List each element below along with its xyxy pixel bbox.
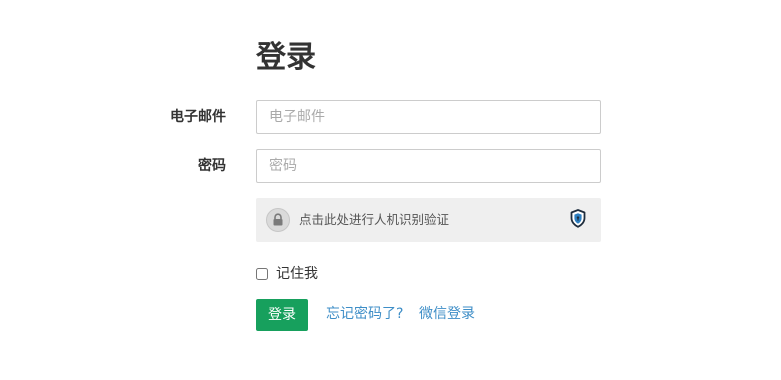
password-field[interactable] [256, 149, 601, 183]
email-label: 电子邮件 [170, 109, 226, 125]
remember-me-checkbox[interactable] [256, 268, 268, 280]
remember-me-label[interactable]: 记住我 [276, 264, 318, 284]
wechat-login-link[interactable]: 微信登录 [419, 304, 475, 324]
shield-icon [570, 209, 586, 228]
captcha-text: 点击此处进行人机识别验证 [299, 212, 450, 227]
forgot-password-link[interactable]: 忘记密码了? [326, 304, 403, 324]
email-field[interactable] [256, 100, 601, 134]
remember-me-row: 记住我 [256, 264, 318, 284]
password-label: 密码 [198, 158, 226, 174]
lock-icon-graphic [273, 213, 283, 226]
page-title: 登录 [256, 40, 316, 75]
login-button[interactable]: 登录 [256, 299, 308, 331]
login-page: 登录 电子邮件 密码 点击此处进行人机识别验证 记住我 登录 忘记密码了? 微信… [0, 0, 781, 380]
lock-icon [266, 208, 290, 232]
captcha-verify-button[interactable]: 点击此处进行人机识别验证 [256, 198, 601, 242]
